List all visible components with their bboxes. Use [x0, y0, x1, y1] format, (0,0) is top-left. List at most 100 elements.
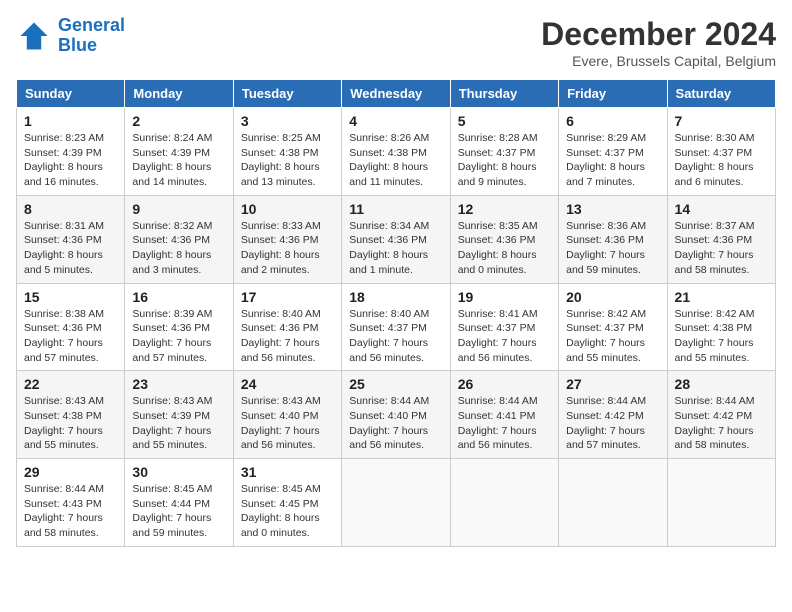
day-number: 26 — [458, 376, 551, 392]
day-number: 11 — [349, 201, 442, 217]
calendar-cell: 24 Sunrise: 8:43 AMSunset: 4:40 PMDayligh… — [233, 371, 341, 459]
day-info: Sunrise: 8:44 AMSunset: 4:42 PMDaylight:… — [675, 394, 768, 453]
calendar-cell — [450, 459, 558, 547]
day-number: 1 — [24, 113, 117, 129]
calendar-header-row: SundayMondayTuesdayWednesdayThursdayFrid… — [17, 80, 776, 108]
day-number: 29 — [24, 464, 117, 480]
calendar-week-row: 22Sunrise: 8:43 AMSunset: 4:38 PMDayligh… — [17, 371, 776, 459]
calendar-cell: 28 Sunrise: 8:44 AMSunset: 4:42 PMDayligh… — [667, 371, 775, 459]
calendar-cell: 16 Sunrise: 8:39 AMSunset: 4:36 PMDayligh… — [125, 283, 233, 371]
day-info: Sunrise: 8:38 AMSunset: 4:36 PMDaylight:… — [24, 307, 117, 366]
calendar-cell: 21Sunrise: 8:42 AMSunset: 4:38 PMDayligh… — [667, 283, 775, 371]
day-number: 31 — [241, 464, 334, 480]
calendar-cell: 27 Sunrise: 8:44 AMSunset: 4:42 PMDayligh… — [559, 371, 667, 459]
calendar-cell: 15 Sunrise: 8:38 AMSunset: 4:36 PMDayligh… — [17, 283, 125, 371]
day-number: 25 — [349, 376, 442, 392]
day-info: Sunrise: 8:42 AMSunset: 4:37 PMDaylight:… — [566, 307, 659, 366]
calendar-week-row: 8 Sunrise: 8:31 AMSunset: 4:36 PMDaylight… — [17, 195, 776, 283]
calendar-cell: 14 Sunrise: 8:37 AMSunset: 4:36 PMDayligh… — [667, 195, 775, 283]
day-info: Sunrise: 8:29 AMSunset: 4:37 PMDaylight:… — [566, 131, 659, 190]
logo-icon — [16, 18, 52, 54]
calendar-cell: 13Sunrise: 8:36 AMSunset: 4:36 PMDayligh… — [559, 195, 667, 283]
day-number: 30 — [132, 464, 225, 480]
calendar-cell: 31 Sunrise: 8:45 AMSunset: 4:45 PMDayligh… — [233, 459, 341, 547]
day-number: 8 — [24, 201, 117, 217]
calendar-cell: 22Sunrise: 8:43 AMSunset: 4:38 PMDayligh… — [17, 371, 125, 459]
calendar-cell: 10 Sunrise: 8:33 AMSunset: 4:36 PMDayligh… — [233, 195, 341, 283]
day-info: Sunrise: 8:28 AMSunset: 4:37 PMDaylight:… — [458, 131, 551, 190]
calendar-week-row: 1Sunrise: 8:23 AMSunset: 4:39 PMDaylight… — [17, 108, 776, 196]
day-number: 21 — [675, 289, 768, 305]
location-subtitle: Evere, Brussels Capital, Belgium — [541, 53, 776, 69]
day-info: Sunrise: 8:30 AMSunset: 4:37 PMDaylight:… — [675, 131, 768, 190]
day-number: 12 — [458, 201, 551, 217]
day-number: 27 — [566, 376, 659, 392]
day-info: Sunrise: 8:44 AMSunset: 4:42 PMDaylight:… — [566, 394, 659, 453]
day-info: Sunrise: 8:33 AMSunset: 4:36 PMDaylight:… — [241, 219, 334, 278]
calendar-cell: 26 Sunrise: 8:44 AMSunset: 4:41 PMDayligh… — [450, 371, 558, 459]
day-info: Sunrise: 8:40 AMSunset: 4:36 PMDaylight:… — [241, 307, 334, 366]
day-number: 3 — [241, 113, 334, 129]
calendar-cell: 29Sunrise: 8:44 AMSunset: 4:43 PMDayligh… — [17, 459, 125, 547]
calendar-week-row: 15 Sunrise: 8:38 AMSunset: 4:36 PMDayligh… — [17, 283, 776, 371]
day-number: 15 — [24, 289, 117, 305]
calendar-cell: 23Sunrise: 8:43 AMSunset: 4:39 PMDayligh… — [125, 371, 233, 459]
day-info: Sunrise: 8:26 AMSunset: 4:38 PMDaylight:… — [349, 131, 442, 190]
day-number: 16 — [132, 289, 225, 305]
day-info: Sunrise: 8:44 AMSunset: 4:41 PMDaylight:… — [458, 394, 551, 453]
column-header-monday: Monday — [125, 80, 233, 108]
calendar-cell: 5 Sunrise: 8:28 AMSunset: 4:37 PMDaylight… — [450, 108, 558, 196]
calendar-cell — [342, 459, 450, 547]
column-header-tuesday: Tuesday — [233, 80, 341, 108]
day-number: 10 — [241, 201, 334, 217]
day-info: Sunrise: 8:40 AMSunset: 4:37 PMDaylight:… — [349, 307, 442, 366]
column-header-thursday: Thursday — [450, 80, 558, 108]
day-number: 20 — [566, 289, 659, 305]
column-header-saturday: Saturday — [667, 80, 775, 108]
calendar-cell: 2 Sunrise: 8:24 AMSunset: 4:39 PMDaylight… — [125, 108, 233, 196]
day-info: Sunrise: 8:31 AMSunset: 4:36 PMDaylight:… — [24, 219, 117, 278]
day-info: Sunrise: 8:44 AMSunset: 4:40 PMDaylight:… — [349, 394, 442, 453]
day-info: Sunrise: 8:24 AMSunset: 4:39 PMDaylight:… — [132, 131, 225, 190]
title-section: December 2024 Evere, Brussels Capital, B… — [541, 16, 776, 69]
day-number: 6 — [566, 113, 659, 129]
day-info: Sunrise: 8:45 AMSunset: 4:45 PMDaylight:… — [241, 482, 334, 541]
day-number: 14 — [675, 201, 768, 217]
calendar-cell: 7 Sunrise: 8:30 AMSunset: 4:37 PMDaylight… — [667, 108, 775, 196]
day-info: Sunrise: 8:39 AMSunset: 4:36 PMDaylight:… — [132, 307, 225, 366]
day-number: 28 — [675, 376, 768, 392]
calendar-cell: 9Sunrise: 8:32 AMSunset: 4:36 PMDaylight… — [125, 195, 233, 283]
calendar-cell: 3Sunrise: 8:25 AMSunset: 4:38 PMDaylight… — [233, 108, 341, 196]
day-number: 7 — [675, 113, 768, 129]
day-number: 2 — [132, 113, 225, 129]
calendar-cell — [667, 459, 775, 547]
column-header-friday: Friday — [559, 80, 667, 108]
day-info: Sunrise: 8:43 AMSunset: 4:38 PMDaylight:… — [24, 394, 117, 453]
day-number: 24 — [241, 376, 334, 392]
day-info: Sunrise: 8:34 AMSunset: 4:36 PMDaylight:… — [349, 219, 442, 278]
calendar-cell: 18 Sunrise: 8:40 AMSunset: 4:37 PMDayligh… — [342, 283, 450, 371]
logo-text: General Blue — [58, 16, 125, 56]
column-header-sunday: Sunday — [17, 80, 125, 108]
day-number: 23 — [132, 376, 225, 392]
calendar-cell: 1Sunrise: 8:23 AMSunset: 4:39 PMDaylight… — [17, 108, 125, 196]
day-info: Sunrise: 8:32 AMSunset: 4:36 PMDaylight:… — [132, 219, 225, 278]
calendar-cell: 20 Sunrise: 8:42 AMSunset: 4:37 PMDayligh… — [559, 283, 667, 371]
header: General Blue December 2024 Evere, Brusse… — [16, 16, 776, 69]
calendar-cell: 8 Sunrise: 8:31 AMSunset: 4:36 PMDaylight… — [17, 195, 125, 283]
day-info: Sunrise: 8:37 AMSunset: 4:36 PMDaylight:… — [675, 219, 768, 278]
calendar-cell: 4 Sunrise: 8:26 AMSunset: 4:38 PMDaylight… — [342, 108, 450, 196]
calendar-week-row: 29Sunrise: 8:44 AMSunset: 4:43 PMDayligh… — [17, 459, 776, 547]
day-number: 18 — [349, 289, 442, 305]
month-year-title: December 2024 — [541, 16, 776, 53]
day-number: 17 — [241, 289, 334, 305]
day-number: 4 — [349, 113, 442, 129]
calendar-cell: 6 Sunrise: 8:29 AMSunset: 4:37 PMDaylight… — [559, 108, 667, 196]
day-info: Sunrise: 8:43 AMSunset: 4:40 PMDaylight:… — [241, 394, 334, 453]
logo: General Blue — [16, 16, 125, 56]
calendar-cell: 30Sunrise: 8:45 AMSunset: 4:44 PMDayligh… — [125, 459, 233, 547]
day-number: 5 — [458, 113, 551, 129]
day-info: Sunrise: 8:35 AMSunset: 4:36 PMDaylight:… — [458, 219, 551, 278]
day-info: Sunrise: 8:36 AMSunset: 4:36 PMDaylight:… — [566, 219, 659, 278]
calendar-cell: 19Sunrise: 8:41 AMSunset: 4:37 PMDayligh… — [450, 283, 558, 371]
